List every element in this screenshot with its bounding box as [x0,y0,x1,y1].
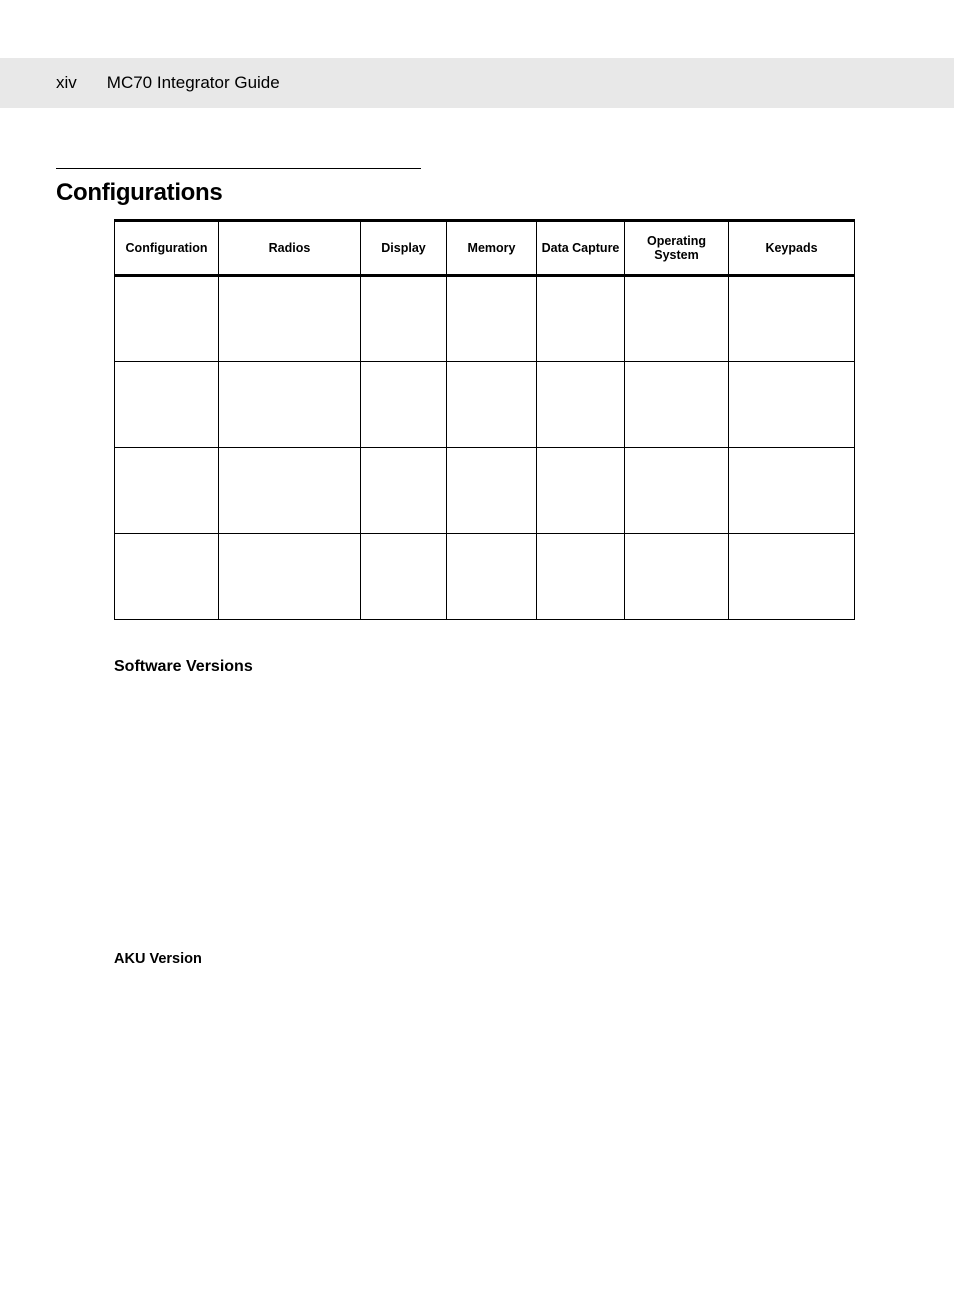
col-header-memory: Memory [447,221,537,276]
cell-keypads [729,534,855,620]
cell-display [361,534,447,620]
table-header-row: Configuration Radios Display Memory Data… [115,221,855,276]
col-header-radios: Radios [219,221,361,276]
cell-keypads [729,276,855,362]
aku-version-heading: AKU Version [114,951,898,967]
col-header-keypads: Keypads [729,221,855,276]
cell-os [625,276,729,362]
cell-radios [219,534,361,620]
cell-display [361,448,447,534]
col-header-display: Display [361,221,447,276]
page-header: xiv MC70 Integrator Guide [0,58,954,108]
cell-data-capture [537,448,625,534]
cell-memory [447,534,537,620]
cell-data-capture [537,362,625,448]
cell-memory [447,276,537,362]
configurations-table: Configuration Radios Display Memory Data… [114,219,855,620]
cell-config [115,534,219,620]
cell-display [361,276,447,362]
cell-radios [219,276,361,362]
table-row [115,362,855,448]
cell-radios [219,362,361,448]
cell-config [115,362,219,448]
cell-memory [447,362,537,448]
table-row [115,534,855,620]
page-content: Configurations Configuration Radios Disp… [0,168,954,967]
cell-config [115,448,219,534]
cell-config [115,276,219,362]
cell-data-capture [537,276,625,362]
cell-os [625,448,729,534]
cell-os [625,362,729,448]
col-header-data-capture: Data Capture [537,221,625,276]
section-divider [56,168,421,169]
software-versions-heading: Software Versions [114,658,898,676]
cell-keypads [729,362,855,448]
section-heading: Configurations [56,179,898,207]
cell-data-capture [537,534,625,620]
document-title: MC70 Integrator Guide [107,73,280,93]
cell-radios [219,448,361,534]
cell-memory [447,448,537,534]
col-header-operating-system: Operating System [625,221,729,276]
page-number: xiv [56,73,77,93]
cell-os [625,534,729,620]
table-row [115,276,855,362]
col-header-configuration: Configuration [115,221,219,276]
cell-keypads [729,448,855,534]
table-row [115,448,855,534]
cell-display [361,362,447,448]
